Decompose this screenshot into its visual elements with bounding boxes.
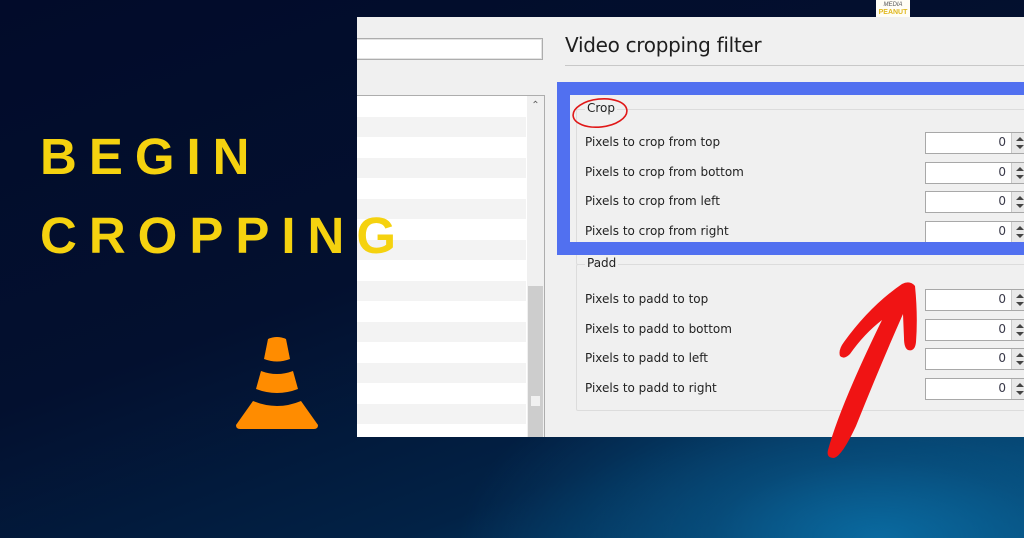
search-input[interactable]	[357, 38, 543, 60]
list-item[interactable]	[357, 403, 526, 424]
field-label: Pixels to crop from right	[585, 224, 729, 238]
spin-buttons[interactable]	[1011, 379, 1024, 399]
scrollbar-thumb[interactable]	[528, 286, 543, 437]
brand-line-2: PEANUT	[878, 9, 908, 16]
list-item[interactable]	[357, 383, 526, 404]
spin-value[interactable]: 0	[998, 351, 1006, 365]
spin-down-icon[interactable]	[1016, 332, 1024, 336]
spin-up-icon[interactable]	[1016, 353, 1024, 357]
spin-down-icon[interactable]	[1016, 234, 1024, 238]
padd-top-spinbox[interactable]: 0	[925, 289, 1024, 311]
list-item[interactable]	[357, 116, 526, 137]
spin-buttons[interactable]	[1011, 290, 1024, 310]
spin-up-icon[interactable]	[1016, 196, 1024, 200]
spin-up-icon[interactable]	[1016, 294, 1024, 298]
vertical-scrollbar[interactable]: ⌃	[527, 96, 544, 437]
spin-up-icon[interactable]	[1016, 383, 1024, 387]
crop-bottom-row: Pixels to crop from bottom 0	[585, 162, 1024, 184]
field-label: Pixels to padd to bottom	[585, 322, 732, 336]
crop-left-row: Pixels to crop from left 0	[585, 191, 1024, 213]
brand-line-1: MEDIA	[883, 2, 903, 8]
spin-buttons[interactable]	[1011, 222, 1024, 242]
padd-right-spinbox[interactable]: 0	[925, 378, 1024, 400]
scrollbar-grip-icon	[531, 396, 540, 406]
padd-bottom-spinbox[interactable]: 0	[925, 319, 1024, 341]
padd-top-row: Pixels to padd to top 0	[585, 289, 1024, 311]
spin-value[interactable]: 0	[998, 292, 1006, 306]
spin-buttons[interactable]	[1011, 192, 1024, 212]
crop-group: Crop Pixels to crop from top 0 Pixels to…	[576, 101, 1024, 265]
spin-buttons[interactable]	[1011, 320, 1024, 340]
field-label: Pixels to padd to top	[585, 292, 709, 306]
spin-down-icon[interactable]	[1016, 361, 1024, 365]
list-item[interactable]	[357, 280, 526, 301]
list-item[interactable]	[357, 301, 526, 322]
padd-left-row: Pixels to padd to left 0	[585, 348, 1024, 370]
list-item[interactable]	[357, 362, 526, 383]
list-item[interactable]	[357, 424, 526, 437]
padd-group-label: Padd	[585, 256, 619, 270]
vlc-cone-icon	[236, 337, 318, 429]
list-item[interactable]	[357, 137, 526, 158]
field-label: Pixels to crop from left	[585, 194, 720, 208]
crop-top-spinbox[interactable]: 0	[925, 132, 1024, 154]
list-item[interactable]	[357, 96, 526, 117]
list-item[interactable]	[357, 321, 526, 342]
crop-right-spinbox[interactable]: 0	[925, 221, 1024, 243]
spin-buttons[interactable]	[1011, 163, 1024, 183]
headline-line-2: CROPPING	[40, 207, 409, 264]
spin-value[interactable]: 0	[998, 381, 1006, 395]
list-item[interactable]	[357, 178, 526, 199]
field-label: Pixels to padd to left	[585, 351, 708, 365]
spin-up-icon[interactable]	[1016, 137, 1024, 141]
title-divider	[565, 65, 1024, 66]
field-label: Pixels to padd to right	[585, 381, 717, 395]
spin-value[interactable]: 0	[998, 135, 1006, 149]
spin-down-icon[interactable]	[1016, 145, 1024, 149]
spin-value[interactable]: 0	[998, 165, 1006, 179]
list-rows	[357, 96, 526, 437]
crop-right-row: Pixels to crop from right 0	[585, 221, 1024, 243]
spin-up-icon[interactable]	[1016, 324, 1024, 328]
brand-logo: MEDIA PEANUT	[876, 0, 910, 17]
headline-line-1: BEGIN	[40, 128, 262, 185]
padd-right-row: Pixels to padd to right 0	[585, 378, 1024, 400]
field-label: Pixels to crop from top	[585, 135, 721, 149]
field-label: Pixels to crop from bottom	[585, 165, 744, 179]
padd-left-spinbox[interactable]: 0	[925, 348, 1024, 370]
vlc-preferences-panel: ⌃ Video cropping filter Crop Pixels to c…	[357, 17, 1024, 437]
spin-buttons[interactable]	[1011, 349, 1024, 369]
scroll-up-arrow-icon[interactable]: ⌃	[527, 98, 544, 114]
crop-bottom-spinbox[interactable]: 0	[925, 162, 1024, 184]
spin-value[interactable]: 0	[998, 194, 1006, 208]
crop-group-label: Crop	[585, 101, 618, 115]
spin-up-icon[interactable]	[1016, 167, 1024, 171]
padd-bottom-row: Pixels to padd to bottom 0	[585, 319, 1024, 341]
spin-down-icon[interactable]	[1016, 175, 1024, 179]
spin-down-icon[interactable]	[1016, 302, 1024, 306]
list-item[interactable]	[357, 342, 526, 363]
padd-group: Padd Pixels to padd to top 0 Pixels to p…	[576, 256, 1024, 411]
spin-buttons[interactable]	[1011, 133, 1024, 153]
crop-top-row: Pixels to crop from top 0	[585, 132, 1024, 154]
spin-up-icon[interactable]	[1016, 226, 1024, 230]
spin-value[interactable]: 0	[998, 224, 1006, 238]
preferences-tree-list[interactable]: ⌃	[357, 95, 545, 437]
spin-value[interactable]: 0	[998, 322, 1006, 336]
section-title: Video cropping filter	[565, 33, 762, 57]
spin-down-icon[interactable]	[1016, 391, 1024, 395]
spin-down-icon[interactable]	[1016, 204, 1024, 208]
list-item[interactable]	[357, 157, 526, 178]
crop-left-spinbox[interactable]: 0	[925, 191, 1024, 213]
